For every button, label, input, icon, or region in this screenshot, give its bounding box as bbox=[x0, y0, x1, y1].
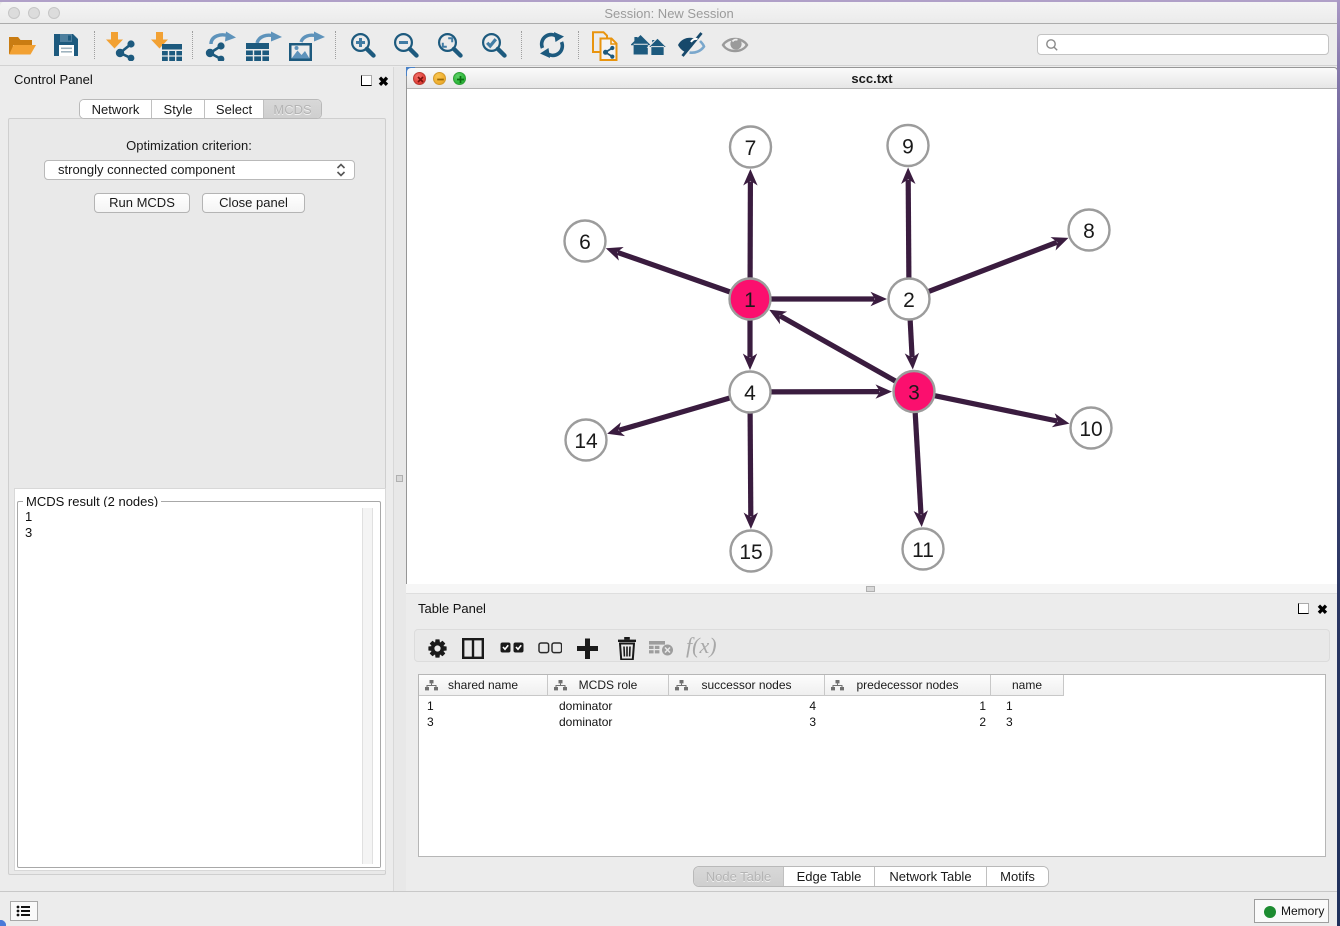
svg-text:15: 15 bbox=[739, 540, 762, 563]
svg-text:1: 1 bbox=[744, 288, 756, 311]
svg-text:3: 3 bbox=[908, 381, 920, 404]
svg-text:10: 10 bbox=[1079, 417, 1102, 440]
svg-text:8: 8 bbox=[1083, 219, 1095, 242]
svg-text:9: 9 bbox=[902, 135, 914, 158]
svg-text:7: 7 bbox=[745, 136, 757, 159]
svg-text:11: 11 bbox=[912, 538, 934, 561]
svg-text:6: 6 bbox=[579, 230, 591, 253]
svg-text:4: 4 bbox=[744, 381, 756, 404]
svg-text:14: 14 bbox=[574, 429, 598, 452]
svg-text:2: 2 bbox=[903, 288, 915, 311]
